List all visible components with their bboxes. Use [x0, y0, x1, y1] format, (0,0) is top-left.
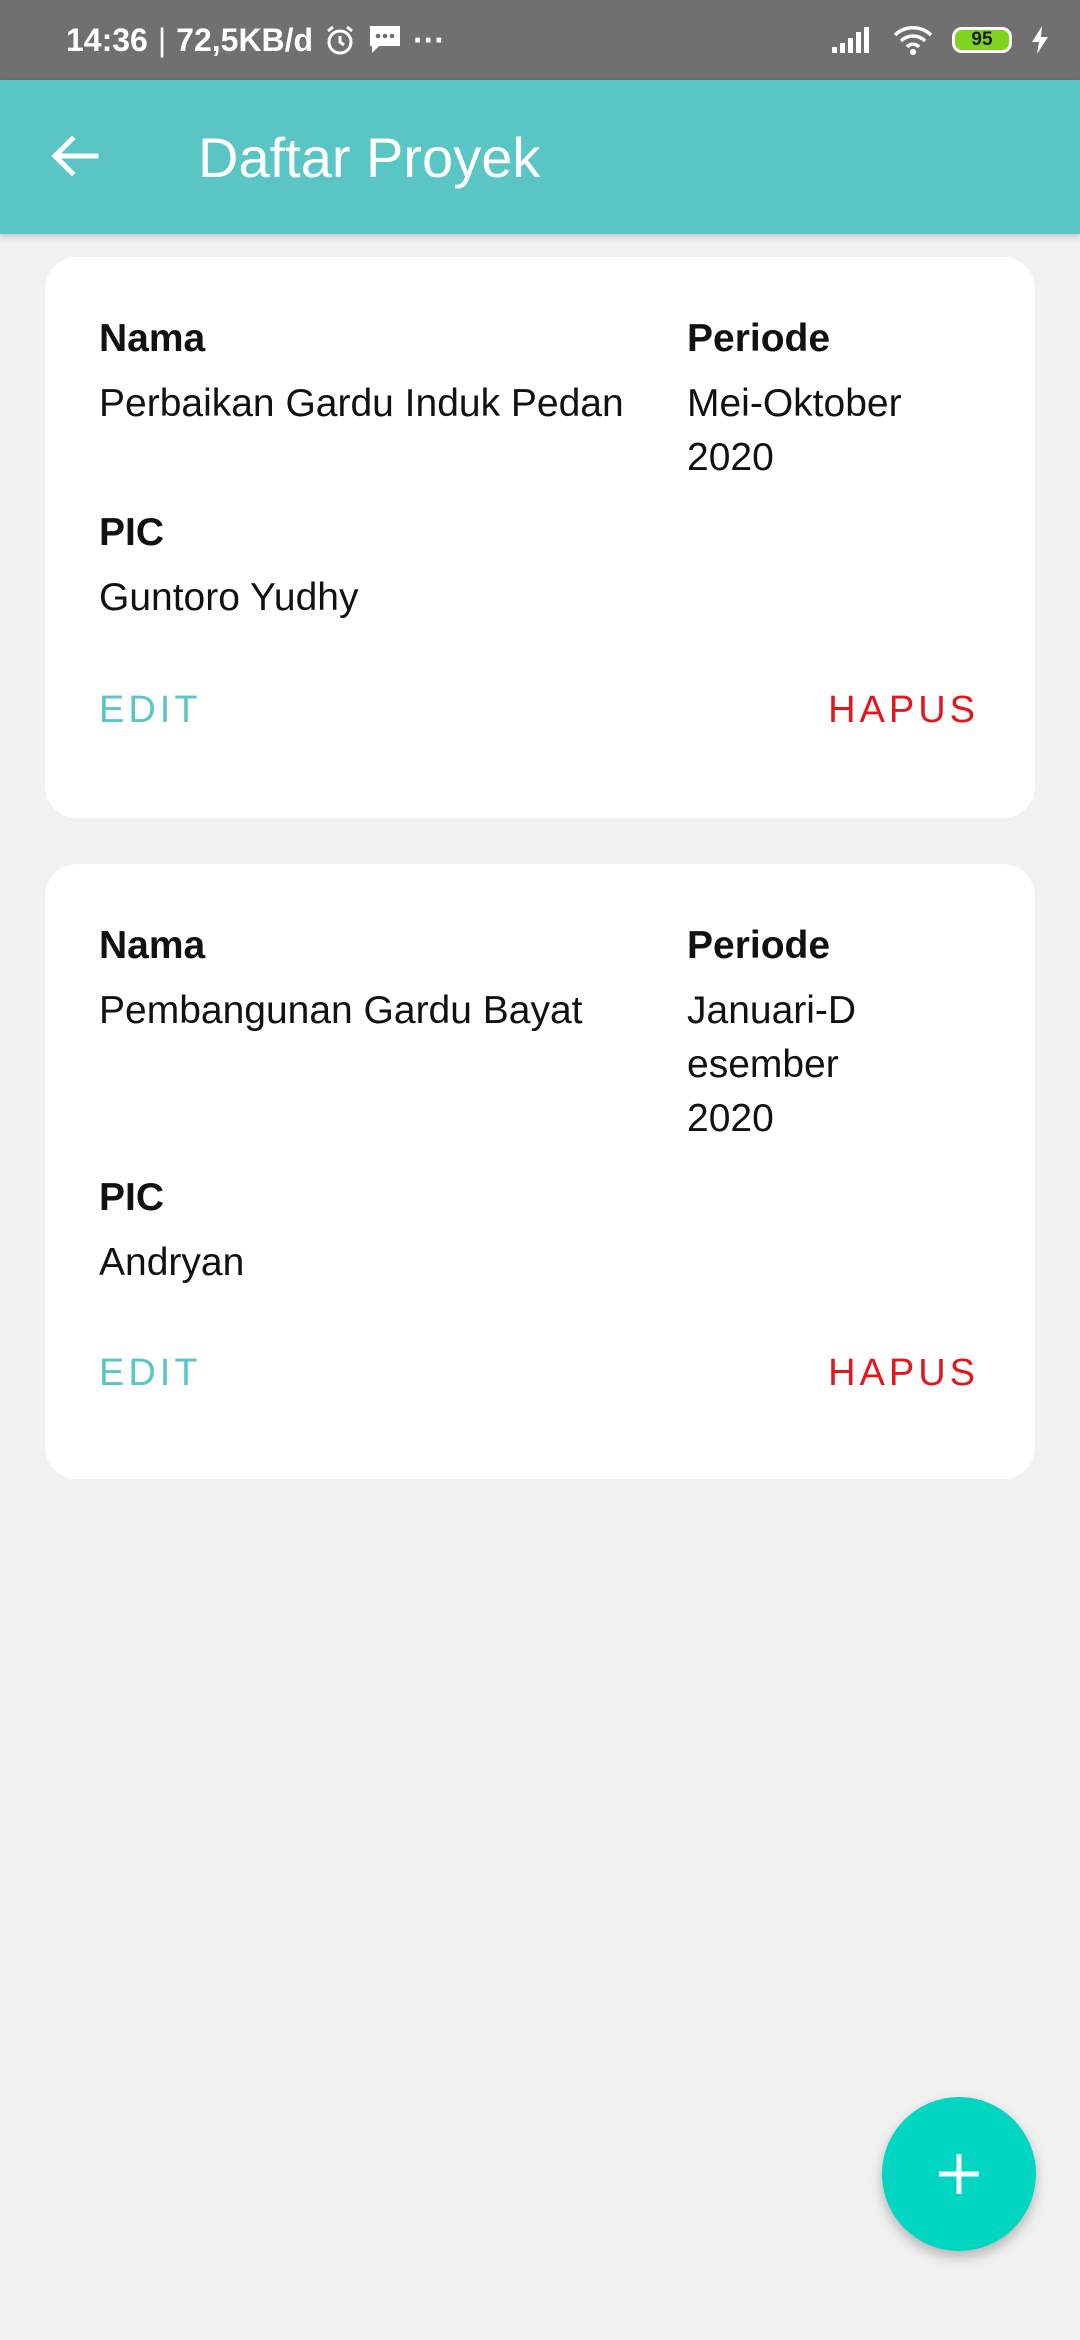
- delete-button[interactable]: HAPUS: [828, 1352, 979, 1395]
- pic-label: PIC: [99, 511, 165, 554]
- project-period-line: 2020: [687, 1097, 774, 1140]
- signal-icon: [830, 25, 874, 55]
- app-bar: Daftar Proyek: [0, 80, 1080, 234]
- project-period-line: esember: [687, 1043, 839, 1086]
- project-name: Perbaikan Gardu Induk Pedan: [99, 382, 624, 425]
- project-card: Nama Periode Pembangunan Gardu Bayat Jan…: [45, 864, 1035, 1479]
- name-label: Nama: [99, 317, 206, 360]
- status-bar-right: 95: [830, 0, 1050, 80]
- message-icon: [367, 23, 403, 57]
- back-button[interactable]: [44, 126, 104, 186]
- battery-icon: 95: [952, 27, 1012, 53]
- delete-button[interactable]: HAPUS: [828, 689, 979, 732]
- wifi-icon: [892, 23, 934, 57]
- project-period-line: Januari-D: [687, 989, 857, 1032]
- alarm-icon: [323, 23, 357, 57]
- pic-label: PIC: [99, 1176, 165, 1219]
- project-period: Mei-Oktober 2020: [687, 382, 902, 479]
- project-period: Januari-D esember 2020: [687, 984, 977, 1146]
- clock: 14:36: [66, 21, 148, 58]
- add-project-button[interactable]: [882, 2097, 1036, 2251]
- more-notifications-icon: ···: [413, 21, 446, 58]
- status-bar: 14:36 | 72,5KB/d ··· 95: [0, 0, 1080, 80]
- status-separator: |: [157, 21, 167, 58]
- project-card: Nama Periode Perbaikan Gardu Induk Pedan…: [45, 257, 1035, 818]
- period-label: Periode: [687, 924, 831, 967]
- edit-button[interactable]: EDIT: [99, 1352, 202, 1395]
- plus-icon: [939, 2154, 979, 2194]
- network-speed: 72,5KB/d: [176, 21, 314, 58]
- charging-icon: [1030, 25, 1050, 55]
- project-name: Pembangunan Gardu Bayat: [99, 989, 583, 1032]
- period-label: Periode: [687, 317, 831, 360]
- project-pic: Guntoro Yudhy: [99, 576, 359, 619]
- project-pic: Andryan: [99, 1241, 245, 1284]
- edit-button[interactable]: EDIT: [99, 689, 202, 732]
- name-label: Nama: [99, 924, 206, 967]
- status-bar-left: 14:36 | 72,5KB/d ···: [66, 0, 445, 80]
- page-title: Daftar Proyek: [198, 125, 541, 189]
- arrow-left-icon: [51, 135, 99, 177]
